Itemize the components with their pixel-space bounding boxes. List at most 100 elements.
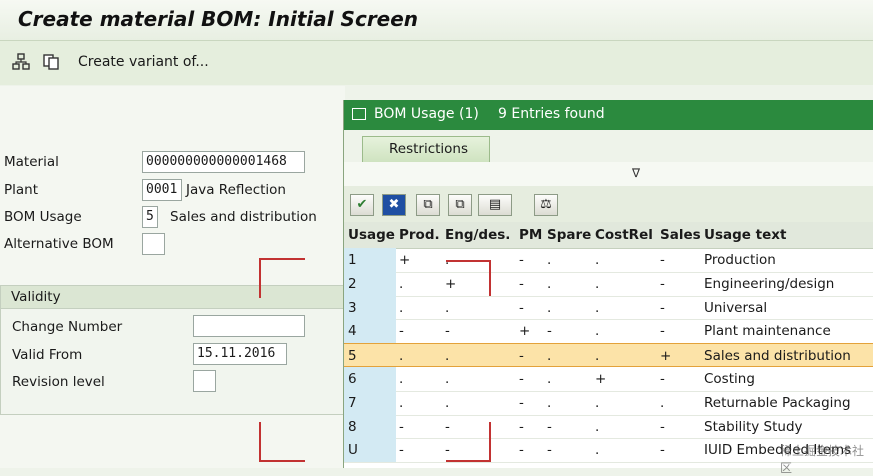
tab-restrictions[interactable]: Restrictions	[362, 136, 490, 162]
plant-input[interactable]: 0001	[142, 179, 182, 201]
table-row[interactable]: 3.. -.. - Universal	[344, 295, 873, 321]
cell-usage: 2	[348, 275, 357, 292]
table-row[interactable]: 2. + -.. - Engineering/design	[344, 271, 873, 297]
find-next-icon[interactable]: ⧉	[448, 194, 472, 216]
cell-sales: -	[660, 252, 665, 268]
create-variant-button[interactable]: Create variant of...	[78, 54, 209, 70]
bom-usage-label: BOM Usage	[4, 209, 82, 225]
bom-usage-description: Sales and distribution	[170, 209, 317, 225]
cell-production: -	[399, 418, 404, 435]
cell-pm: -	[519, 394, 524, 411]
alternative-bom-input[interactable]	[142, 233, 165, 255]
plant-label: Plant	[4, 182, 39, 198]
material-input[interactable]: 000000000000001468	[142, 151, 305, 173]
table-header: Usage Prod. Eng/des. PM Spare CostRel Sa…	[344, 222, 873, 249]
hierarchy-icon[interactable]	[12, 53, 30, 71]
table-row[interactable]: 1+.-..-Production	[344, 248, 873, 273]
cell-pm: -	[519, 371, 524, 387]
cell-sales: -	[660, 275, 665, 292]
annotation-bracket-line	[446, 460, 490, 462]
cell-production: -	[399, 323, 404, 340]
table-row[interactable]: 4- - + -. - Plant maintenance	[344, 319, 873, 345]
cell-engineering: -	[445, 442, 450, 459]
bom-usage-input[interactable]: 5	[142, 206, 158, 228]
collapse-arrow-icon[interactable]: ∇	[632, 166, 640, 180]
col-production[interactable]: Prod.	[399, 227, 440, 243]
cell-production: .	[399, 348, 404, 365]
cell-costrel: .	[595, 418, 600, 435]
col-pm[interactable]: PM	[519, 227, 542, 243]
annotation-bracket-line	[489, 422, 491, 462]
popup-toolbar: ✔ ✖ ⧉ ⧉ ▤ ⚖	[344, 186, 873, 223]
col-usage-text[interactable]: Usage text	[704, 227, 786, 243]
col-engineering[interactable]: Eng/des.	[445, 227, 510, 243]
valid-from-input[interactable]: 15.11.2016	[193, 343, 287, 365]
print-icon[interactable]: ▤	[478, 194, 512, 216]
cell-usage: 8	[348, 418, 357, 435]
cancel-button[interactable]: ✖	[382, 194, 406, 216]
cell-costrel: .	[595, 275, 600, 292]
table-row[interactable]: 7.. -... Returnable Packaging	[344, 390, 873, 416]
cell-sales: -	[660, 299, 665, 316]
col-spare[interactable]: Spare	[547, 227, 591, 243]
cell-spare: .	[547, 299, 552, 316]
annotation-bracket-line	[259, 422, 261, 462]
cell-usage-text: Stability Study	[704, 418, 803, 435]
revision-level-input[interactable]	[193, 370, 216, 392]
cell-usage-text: Returnable Packaging	[704, 394, 851, 411]
cell-spare: -	[547, 418, 552, 435]
watermark: 稀土掘金技术社区	[780, 444, 865, 475]
cell-engineering: .	[445, 371, 450, 387]
col-usage[interactable]: Usage	[348, 227, 395, 243]
cell-engineering: .	[445, 299, 450, 316]
cell-spare: .	[547, 275, 552, 292]
cell-production: -	[399, 442, 404, 459]
annotation-bracket-line	[446, 260, 490, 262]
cell-pm: +	[519, 323, 531, 340]
find-icon[interactable]: ⧉	[416, 194, 440, 216]
cell-sales: .	[660, 394, 665, 411]
sort-icon[interactable]: ⚖	[534, 194, 558, 216]
cell-sales: -	[660, 418, 665, 435]
cell-usage-text: Sales and distribution	[704, 348, 851, 365]
cell-costrel: .	[595, 323, 600, 340]
cell-pm: -	[519, 299, 524, 316]
table-row[interactable]: 6.. -. + - Costing	[344, 367, 873, 392]
cell-pm: -	[519, 348, 524, 365]
cell-costrel: .	[595, 252, 600, 268]
cell-spare: .	[547, 348, 552, 365]
copy-icon[interactable]	[42, 53, 60, 71]
cell-production: .	[399, 371, 404, 387]
cell-costrel: .	[595, 299, 600, 316]
validity-title: Validity	[11, 289, 61, 305]
title-bar: Create material BOM: Initial Screen	[0, 0, 873, 41]
ok-button[interactable]: ✔	[350, 194, 374, 216]
col-costrel[interactable]: CostRel	[595, 227, 653, 243]
table-row[interactable]: 5.. -.. + Sales and distribution	[344, 343, 873, 367]
annotation-bracket-line	[489, 260, 491, 296]
cell-pm: -	[519, 418, 524, 435]
cell-costrel: .	[595, 348, 600, 365]
cell-usage-text: Plant maintenance	[704, 323, 831, 340]
annotation-bracket-line	[259, 258, 261, 298]
annotation-bracket-line	[259, 258, 305, 260]
cell-costrel: .	[595, 394, 600, 411]
table-row[interactable]: 8 - - - -. - Stability Study	[344, 414, 873, 440]
valid-from-label: Valid From	[12, 347, 83, 363]
cell-pm: -	[519, 442, 524, 459]
cell-usage: 6	[348, 371, 357, 387]
page-title: Create material BOM: Initial Screen	[18, 7, 419, 31]
cell-usage-text: Costing	[704, 371, 755, 387]
cell-engineering: .	[445, 394, 450, 411]
cell-usage-text: Universal	[704, 299, 768, 316]
cell-production: .	[399, 275, 404, 292]
revision-level-label: Revision level	[12, 374, 105, 390]
alternative-bom-label: Alternative BOM	[4, 236, 114, 252]
cell-sales: -	[660, 371, 665, 387]
tab-restrictions-label: Restrictions	[389, 141, 469, 157]
col-sales[interactable]: Sales	[660, 227, 701, 243]
change-number-input[interactable]	[193, 315, 305, 337]
cell-usage-text: Engineering/design	[704, 275, 835, 292]
cell-production: +	[399, 252, 411, 268]
restrictions-collapse-bar[interactable]: ∇	[344, 162, 873, 187]
